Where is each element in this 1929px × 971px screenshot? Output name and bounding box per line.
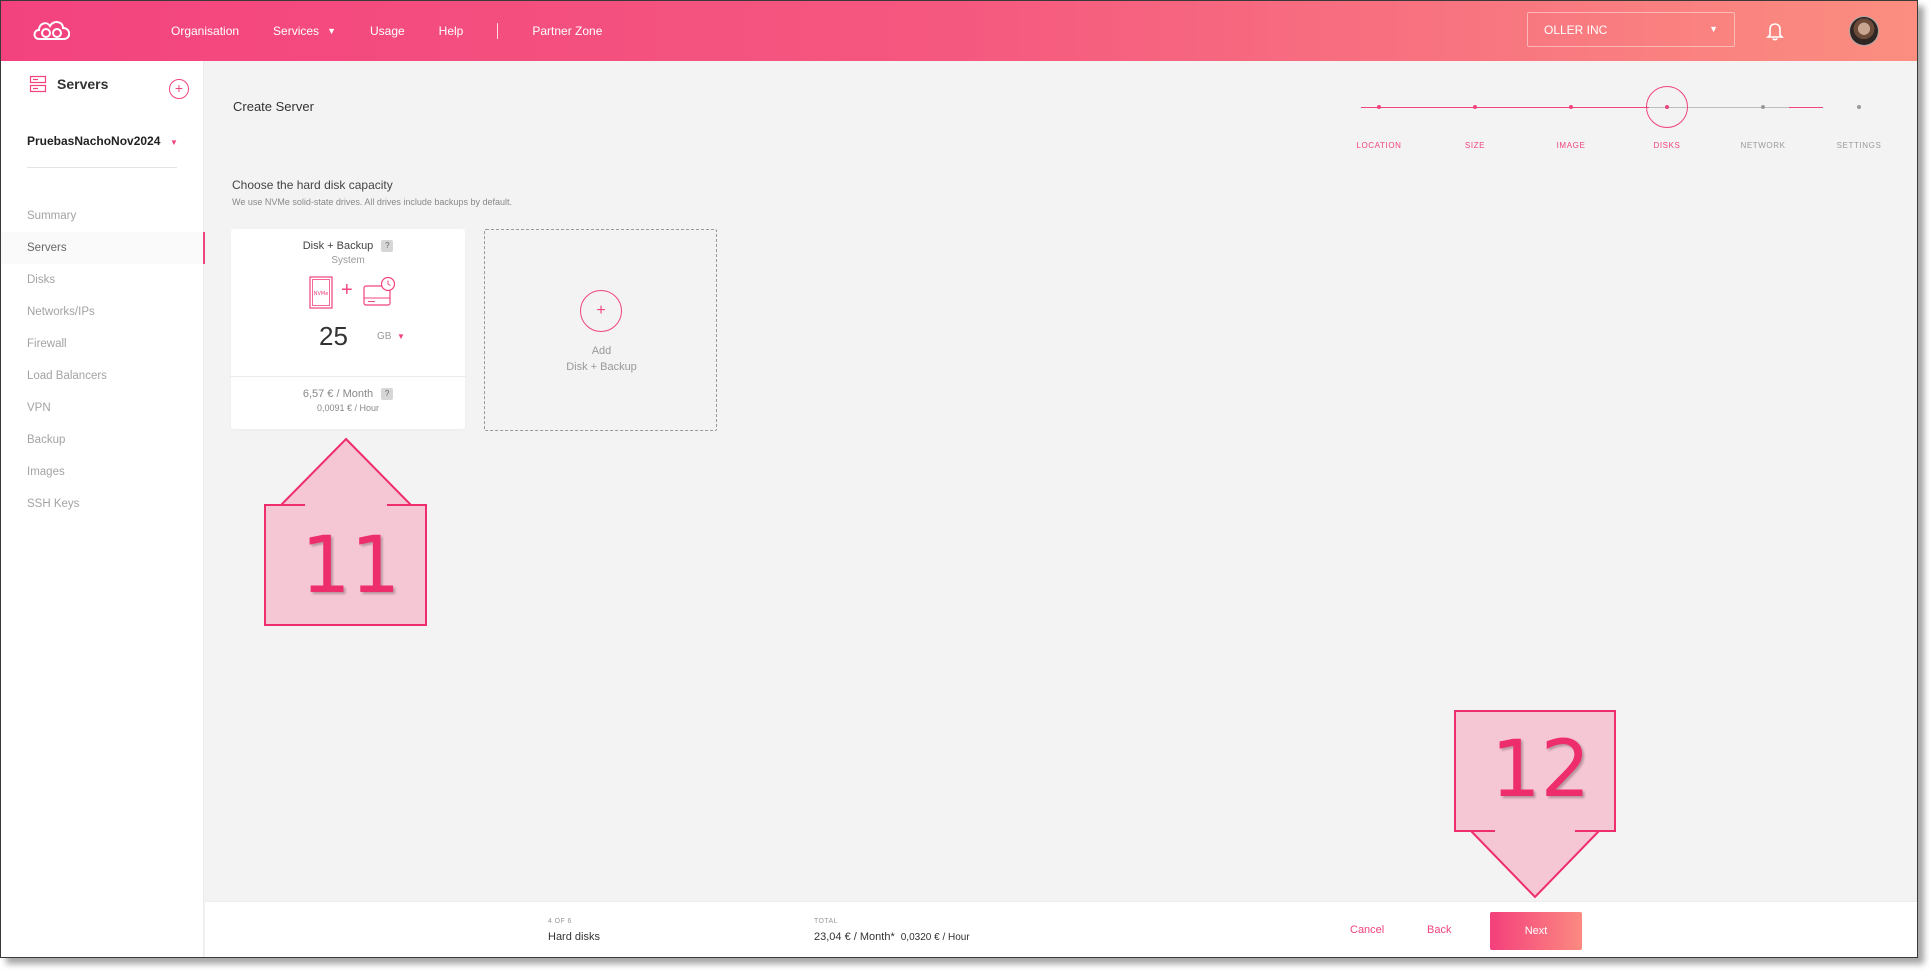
help-icon[interactable]: ? (381, 388, 394, 400)
top-navigation: Organisation Services ▼ Usage Help Partne… (171, 1, 636, 61)
nav-usage-label: Usage (369, 24, 405, 38)
step-dot (1761, 105, 1765, 109)
footer-step-name: Hard disks (548, 931, 600, 943)
add-server-button[interactable]: + (169, 79, 189, 99)
step-dot (1665, 105, 1669, 109)
cloud-logo-icon[interactable] (31, 17, 75, 43)
section-title: Choose the hard disk capacity (232, 178, 393, 192)
step-dot (1473, 105, 1477, 109)
user-avatar[interactable] (1849, 16, 1879, 46)
footer-total: 23,04 € / Month* 0,0320 € / Hour (814, 931, 970, 943)
footer-total-label: TOTAL (814, 918, 838, 925)
step-dot (1857, 105, 1861, 109)
footer-step-counter: 4 OF 6 (548, 918, 572, 925)
nvme-drive-icon: NVMe (309, 276, 333, 309)
add-icon[interactable]: + (580, 290, 622, 332)
app-window: Organisation Services ▼ Usage Help Partne… (0, 0, 1918, 958)
back-button[interactable]: Back (1427, 924, 1451, 936)
chevron-down-icon[interactable]: ▼ (170, 138, 178, 147)
sidebar-item-load-balancers[interactable]: Load Balancers (1, 360, 204, 392)
nav-services-label: Services (273, 24, 320, 38)
nav-help-label: Help (438, 24, 464, 38)
footer-total-hour: 0,0320 € / Hour (900, 932, 970, 943)
disk-card-divider (231, 376, 465, 377)
step-label: LOCATION (1356, 141, 1402, 150)
nav-partner-zone[interactable]: Partner Zone (532, 24, 602, 38)
next-button[interactable]: Next (1490, 912, 1582, 950)
disk-card-title: Disk + Backup (302, 240, 374, 252)
sidebar-item-servers[interactable]: Servers (1, 232, 205, 264)
disk-price-row: 6,57 € / Month? (231, 388, 465, 400)
nav-partner-zone-label: Partner Zone (532, 24, 603, 38)
add-disk-sublabel: Disk + Backup (566, 361, 637, 373)
cancel-button[interactable]: Cancel (1350, 924, 1384, 936)
disk-card-title-row: Disk + Backup? (231, 240, 465, 252)
plus-icon: + (341, 279, 353, 301)
step-dot (1377, 105, 1381, 109)
step-label: DISKS (1653, 141, 1681, 150)
sidebar: Servers + PruebasNachoNov2024 ▼ Summary … (1, 61, 205, 957)
annotation-number-11: 11 (301, 521, 401, 611)
nav-usage[interactable]: Usage (370, 24, 405, 38)
chevron-down-icon: ▼ (327, 26, 336, 36)
annotation-number-12: 12 (1491, 725, 1591, 815)
help-icon[interactable]: ? (381, 240, 394, 252)
backup-drive-icon (363, 276, 396, 306)
sidebar-divider (27, 167, 177, 168)
chevron-down-icon: ▼ (1709, 24, 1718, 34)
footer-total-month: 23,04 € / Month* (814, 931, 895, 943)
sidebar-item-summary[interactable]: Summary (1, 200, 204, 232)
disk-price-hour: 0,0091 € / Hour (316, 403, 380, 413)
sidebar-title: Servers (57, 76, 109, 92)
disk-backup-card[interactable]: Disk + Backup? System NVMe + 25 GB ▼ 6,5… (231, 229, 465, 429)
step-label: SIZE (1464, 141, 1486, 150)
sidebar-item-networks-ips[interactable]: Networks/IPs (1, 296, 204, 328)
section-subtitle: We use NVMe solid-state drives. All driv… (232, 197, 512, 207)
disk-price-month: 6,57 € / Month (302, 388, 374, 400)
nav-organisation-label: Organisation (171, 24, 240, 38)
sidebar-item-ssh-keys[interactable]: SSH Keys (1, 488, 204, 520)
disk-size-unit-select[interactable]: GB (377, 331, 391, 342)
nav-help[interactable]: Help (439, 24, 464, 38)
sidebar-menu: Summary Servers Disks Networks/IPs Firew… (1, 200, 205, 520)
add-disk-card[interactable]: + Add Disk + Backup (484, 229, 717, 431)
bell-icon[interactable] (1766, 21, 1784, 41)
nav-divider (497, 23, 499, 39)
top-bar: Organisation Services ▼ Usage Help Partne… (1, 1, 1917, 61)
organisation-select-value: OLLER INC (1544, 22, 1608, 37)
sidebar-item-vpn[interactable]: VPN (1, 392, 204, 424)
step-label: IMAGE (1556, 141, 1586, 150)
wizard-stepper: LOCATION SIZE IMAGE DISKS NETWORK SETTIN… (1331, 83, 1881, 153)
page-title: Create Server (233, 99, 314, 114)
add-disk-label: Add (591, 345, 612, 357)
step-dot (1569, 105, 1573, 109)
step-label: NETWORK (1740, 141, 1786, 150)
nav-services[interactable]: Services ▼ (273, 24, 336, 38)
sidebar-item-firewall[interactable]: Firewall (1, 328, 204, 360)
step-label: SETTINGS (1836, 141, 1882, 150)
project-select[interactable]: PruebasNachoNov2024 (27, 134, 160, 148)
sidebar-item-disks[interactable]: Disks (1, 264, 204, 296)
sidebar-item-images[interactable]: Images (1, 456, 204, 488)
nav-organisation[interactable]: Organisation (171, 24, 239, 38)
server-icon (29, 75, 47, 93)
disk-card-subtitle: System (331, 255, 365, 266)
sidebar-header: Servers (29, 75, 108, 93)
disk-size-value: 25 (319, 321, 348, 351)
chevron-down-icon[interactable]: ▼ (397, 332, 405, 341)
sidebar-item-backup[interactable]: Backup (1, 424, 204, 456)
wizard-footer: 4 OF 6 Hard disks TOTAL 23,04 € / Month*… (205, 901, 1917, 957)
organisation-select[interactable]: OLLER INC ▼ (1527, 12, 1735, 47)
nvme-icon-label: NVMe (314, 291, 329, 297)
